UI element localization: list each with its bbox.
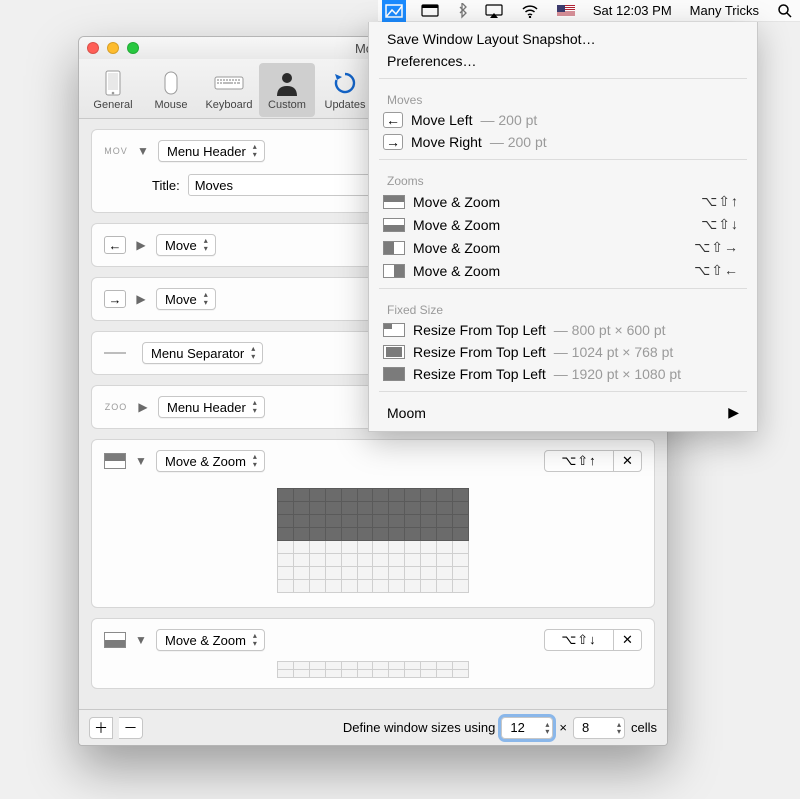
title-label: Title: [152, 178, 180, 193]
type-popup[interactable]: Move & Zoom▴▾ [156, 629, 265, 651]
layout-thumb-icon [383, 264, 405, 278]
define-label: Define window sizes using [343, 720, 495, 735]
layout-thumb-icon [104, 632, 126, 648]
layout-thumb-icon [104, 453, 126, 469]
app-name[interactable]: Many Tricks [687, 0, 762, 22]
section-fixed-label: Fixed Size [369, 295, 757, 319]
tab-mouse[interactable]: Mouse [143, 63, 199, 117]
clock[interactable]: Sat 12:03 PM [590, 0, 675, 22]
tab-updates[interactable]: Updates [317, 63, 373, 117]
menu-preferences[interactable]: Preferences… [369, 50, 757, 72]
separator-icon [104, 352, 126, 354]
tab-mouse-label: Mouse [154, 99, 187, 111]
layout-thumb-icon [383, 345, 405, 359]
menu-zoom-item[interactable]: Move & Zoom ⌥⇧↑ [369, 190, 757, 213]
rows-select[interactable]: 8▴▾ [573, 717, 625, 739]
type-popup[interactable]: Menu Separator▴▾ [142, 342, 263, 364]
tab-custom-label: Custom [268, 99, 306, 111]
zoom-button[interactable] [127, 42, 139, 54]
disclosure-triangle[interactable]: ▼ [136, 144, 150, 158]
arrow-left-icon: ← [104, 236, 126, 254]
tag-zoo: ZOO [104, 402, 128, 412]
traffic-lights [87, 42, 139, 54]
display-menu-icon[interactable] [418, 0, 442, 22]
menu-moom-submenu[interactable]: Moom ▶ [369, 398, 757, 427]
type-popup[interactable]: Move▴▾ [156, 234, 216, 256]
wifi-icon[interactable] [518, 0, 542, 22]
arrow-right-icon: → [104, 290, 126, 308]
menu-move-right[interactable]: → Move Right — 200 pt [369, 131, 757, 153]
minimize-button[interactable] [107, 42, 119, 54]
layout-thumb-icon [383, 241, 405, 255]
shortcut-field[interactable]: ⌥⇧↓ [544, 629, 614, 651]
section-zooms-label: Zooms [369, 166, 757, 190]
type-popup[interactable]: Menu Header▴▾ [158, 140, 265, 162]
tab-general-label: General [93, 99, 132, 111]
bottom-bar: ＋ － Define window sizes using 12▴▾ × 8▴▾… [79, 709, 667, 745]
disclosure-triangle[interactable]: ▼ [134, 633, 148, 647]
spotlight-icon[interactable] [774, 0, 796, 22]
menu-zoom-item[interactable]: Move & Zoom ⌥⇧↓ [369, 213, 757, 236]
tab-custom[interactable]: Custom [259, 63, 315, 117]
clear-shortcut-button[interactable]: ✕ [614, 629, 642, 651]
phone-icon [97, 69, 129, 97]
type-popup[interactable]: Menu Header▴▾ [158, 396, 265, 418]
menu-zoom-item[interactable]: Move & Zoom ⌥⇧← [369, 259, 757, 282]
layout-thumb-icon [383, 323, 405, 337]
grid-selector[interactable] [277, 661, 469, 678]
menu-bar: Sat 12:03 PM Many Tricks [378, 0, 800, 22]
menu-fixed-item[interactable]: Resize From Top Left — 1024 pt × 768 pt [369, 341, 757, 363]
grid-selector[interactable] [277, 488, 469, 593]
disclosure-triangle[interactable]: ▶ [136, 400, 150, 414]
keyboard-icon [213, 69, 245, 97]
cells-label: cells [631, 720, 657, 735]
type-popup[interactable]: Move & Zoom▴▾ [156, 450, 265, 472]
disclosure-triangle[interactable]: ▶ [134, 292, 148, 306]
mouse-icon [155, 69, 187, 97]
person-icon [271, 69, 303, 97]
clear-shortcut-button[interactable]: ✕ [614, 450, 642, 472]
row-move-zoom-1[interactable]: ▼ Move & Zoom▴▾ ⌥⇧↑ ✕ [91, 439, 655, 608]
arrow-right-icon: → [383, 134, 403, 150]
airplay-icon[interactable] [482, 0, 506, 22]
layout-thumb-icon [383, 195, 405, 209]
add-button[interactable]: ＋ [89, 717, 113, 739]
tab-updates-label: Updates [325, 99, 366, 111]
tab-keyboard-label: Keyboard [205, 99, 252, 111]
shortcut-field[interactable]: ⌥⇧↑ [544, 450, 614, 472]
moom-menu-dropdown: Save Window Layout Snapshot… Preferences… [368, 22, 758, 432]
input-source-icon[interactable] [554, 0, 578, 22]
cols-select[interactable]: 12▴▾ [501, 717, 553, 739]
submenu-arrow-icon: ▶ [728, 404, 739, 421]
type-popup[interactable]: Move▴▾ [156, 288, 216, 310]
close-button[interactable] [87, 42, 99, 54]
remove-button[interactable]: － [119, 717, 143, 739]
layout-thumb-icon [383, 218, 405, 232]
disclosure-triangle[interactable]: ▼ [134, 454, 148, 468]
moom-menu-extra[interactable] [382, 0, 406, 22]
bluetooth-icon[interactable] [454, 0, 470, 22]
menu-save-snapshot[interactable]: Save Window Layout Snapshot… [369, 28, 757, 50]
menu-fixed-item[interactable]: Resize From Top Left — 800 pt × 600 pt [369, 319, 757, 341]
arrow-left-icon: ← [383, 112, 403, 128]
tab-keyboard[interactable]: Keyboard [201, 63, 257, 117]
layout-thumb-icon [383, 367, 405, 381]
section-moves-label: Moves [369, 85, 757, 109]
tab-general[interactable]: General [85, 63, 141, 117]
row-move-zoom-2[interactable]: ▼ Move & Zoom▴▾ ⌥⇧↓ ✕ [91, 618, 655, 689]
tag-mov: MOV [104, 146, 128, 156]
disclosure-triangle[interactable]: ▶ [134, 238, 148, 252]
menu-zoom-item[interactable]: Move & Zoom ⌥⇧→ [369, 236, 757, 259]
menu-move-left[interactable]: ← Move Left — 200 pt [369, 109, 757, 131]
times-label: × [559, 720, 567, 735]
menu-fixed-item[interactable]: Resize From Top Left — 1920 pt × 1080 pt [369, 363, 757, 385]
refresh-icon [329, 69, 361, 97]
